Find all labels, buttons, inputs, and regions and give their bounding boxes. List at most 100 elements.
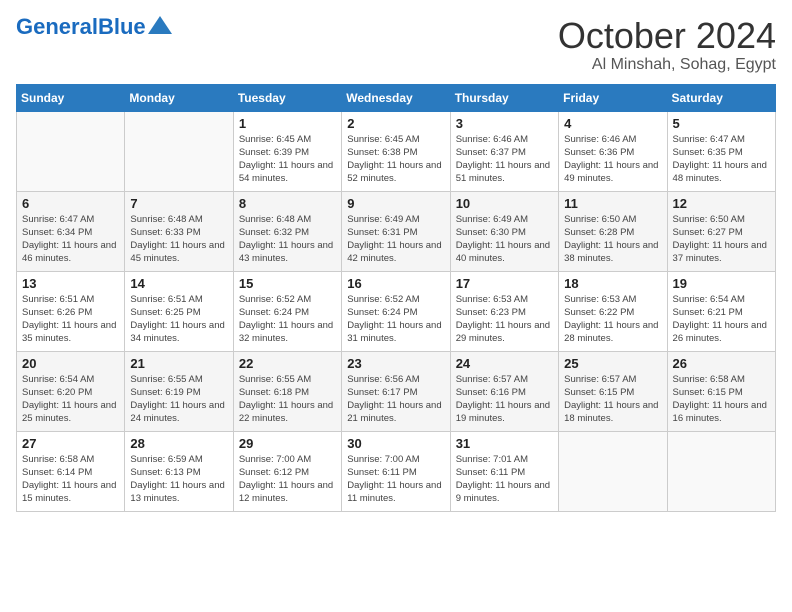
weekday-header: Thursday <box>450 84 558 111</box>
cell-info: Sunrise: 6:48 AMSunset: 6:33 PMDaylight:… <box>130 213 227 266</box>
calendar-cell: 25Sunrise: 6:57 AMSunset: 6:15 PMDayligh… <box>559 351 667 431</box>
day-number: 2 <box>347 116 444 131</box>
day-number: 24 <box>456 356 553 371</box>
calendar-cell: 10 Sunrise: 6:49 AMSunset: 6:30 PMDayligh… <box>450 191 558 271</box>
day-number: 31 <box>456 436 553 451</box>
day-number: 18 <box>564 276 661 291</box>
cell-info: Sunrise: 6:46 AMSunset: 6:37 PMDaylight:… <box>456 133 553 186</box>
calendar-cell: 4 Sunrise: 6:46 AMSunset: 6:36 PMDaylight… <box>559 111 667 191</box>
calendar-cell: 22 Sunrise: 6:55 AMSunset: 6:18 PMDayligh… <box>233 351 341 431</box>
cell-info: Sunrise: 6:45 AMSunset: 6:39 PMDaylight:… <box>239 133 336 186</box>
day-number: 12 <box>673 196 770 211</box>
weekday-header: Monday <box>125 84 233 111</box>
cell-info: Sunrise: 6:58 AMSunset: 6:15 PMDaylight:… <box>673 373 770 426</box>
cell-info: Sunrise: 6:51 AMSunset: 6:26 PMDaylight:… <box>22 293 119 346</box>
day-number: 4 <box>564 116 661 131</box>
calendar-week-row: 1 Sunrise: 6:45 AMSunset: 6:39 PMDaylight… <box>17 111 776 191</box>
day-number: 1 <box>239 116 336 131</box>
calendar-cell: 29 Sunrise: 7:00 AMSunset: 6:12 PMDayligh… <box>233 431 341 511</box>
calendar-cell: 17 Sunrise: 6:53 AMSunset: 6:23 PMDayligh… <box>450 271 558 351</box>
day-number: 11 <box>564 196 661 211</box>
day-number: 7 <box>130 196 227 211</box>
day-number: 28 <box>130 436 227 451</box>
day-number: 14 <box>130 276 227 291</box>
cell-info: Sunrise: 6:46 AMSunset: 6:36 PMDaylight:… <box>564 133 661 186</box>
day-number: 21 <box>130 356 227 371</box>
cell-info: Sunrise: 6:49 AMSunset: 6:30 PMDaylight:… <box>456 213 553 266</box>
weekday-header: Saturday <box>667 84 775 111</box>
calendar-cell: 19 Sunrise: 6:54 AMSunset: 6:21 PMDayligh… <box>667 271 775 351</box>
calendar-week-row: 27 Sunrise: 6:58 AMSunset: 6:14 PMDayligh… <box>17 431 776 511</box>
page-header: GeneralBlue October 2024 Al Minshah, Soh… <box>16 16 776 74</box>
day-number: 13 <box>22 276 119 291</box>
cell-info: Sunrise: 6:50 AMSunset: 6:27 PMDaylight:… <box>673 213 770 266</box>
calendar-cell: 26Sunrise: 6:58 AMSunset: 6:15 PMDayligh… <box>667 351 775 431</box>
calendar-cell: 12 Sunrise: 6:50 AMSunset: 6:27 PMDayligh… <box>667 191 775 271</box>
calendar-cell <box>559 431 667 511</box>
day-number: 6 <box>22 196 119 211</box>
logo: GeneralBlue <box>16 16 172 38</box>
calendar-cell: 18Sunrise: 6:53 AMSunset: 6:22 PMDayligh… <box>559 271 667 351</box>
day-number: 23 <box>347 356 444 371</box>
calendar-cell: 23 Sunrise: 6:56 AMSunset: 6:17 PMDayligh… <box>342 351 450 431</box>
cell-info: Sunrise: 6:48 AMSunset: 6:32 PMDaylight:… <box>239 213 336 266</box>
calendar-cell: 28Sunrise: 6:59 AMSunset: 6:13 PMDayligh… <box>125 431 233 511</box>
cell-info: Sunrise: 6:57 AMSunset: 6:16 PMDaylight:… <box>456 373 553 426</box>
calendar-week-row: 6 Sunrise: 6:47 AMSunset: 6:34 PMDaylight… <box>17 191 776 271</box>
day-number: 17 <box>456 276 553 291</box>
cell-info: Sunrise: 6:51 AMSunset: 6:25 PMDaylight:… <box>130 293 227 346</box>
calendar-week-row: 20Sunrise: 6:54 AMSunset: 6:20 PMDayligh… <box>17 351 776 431</box>
day-number: 8 <box>239 196 336 211</box>
calendar-cell: 15Sunrise: 6:52 AMSunset: 6:24 PMDayligh… <box>233 271 341 351</box>
cell-info: Sunrise: 6:49 AMSunset: 6:31 PMDaylight:… <box>347 213 444 266</box>
calendar-cell: 13 Sunrise: 6:51 AMSunset: 6:26 PMDayligh… <box>17 271 125 351</box>
day-number: 27 <box>22 436 119 451</box>
cell-info: Sunrise: 6:47 AMSunset: 6:35 PMDaylight:… <box>673 133 770 186</box>
calendar-cell: 5 Sunrise: 6:47 AMSunset: 6:35 PMDaylight… <box>667 111 775 191</box>
calendar-table: SundayMondayTuesdayWednesdayThursdayFrid… <box>16 84 776 512</box>
month-title: October 2024 <box>558 16 776 56</box>
day-number: 30 <box>347 436 444 451</box>
cell-info: Sunrise: 7:01 AMSunset: 6:11 PMDaylight:… <box>456 453 553 506</box>
calendar-cell: 30 Sunrise: 7:00 AMSunset: 6:11 PMDayligh… <box>342 431 450 511</box>
calendar-cell: 21 Sunrise: 6:55 AMSunset: 6:19 PMDayligh… <box>125 351 233 431</box>
day-number: 16 <box>347 276 444 291</box>
day-number: 22 <box>239 356 336 371</box>
weekday-header-row: SundayMondayTuesdayWednesdayThursdayFrid… <box>17 84 776 111</box>
cell-info: Sunrise: 6:58 AMSunset: 6:14 PMDaylight:… <box>22 453 119 506</box>
day-number: 19 <box>673 276 770 291</box>
weekday-header: Tuesday <box>233 84 341 111</box>
day-number: 29 <box>239 436 336 451</box>
day-number: 5 <box>673 116 770 131</box>
cell-info: Sunrise: 6:52 AMSunset: 6:24 PMDaylight:… <box>239 293 336 346</box>
day-number: 20 <box>22 356 119 371</box>
location: Al Minshah, Sohag, Egypt <box>558 56 776 74</box>
calendar-cell: 20Sunrise: 6:54 AMSunset: 6:20 PMDayligh… <box>17 351 125 431</box>
day-number: 10 <box>456 196 553 211</box>
day-number: 25 <box>564 356 661 371</box>
calendar-cell: 6 Sunrise: 6:47 AMSunset: 6:34 PMDaylight… <box>17 191 125 271</box>
cell-info: Sunrise: 7:00 AMSunset: 6:11 PMDaylight:… <box>347 453 444 506</box>
cell-info: Sunrise: 6:47 AMSunset: 6:34 PMDaylight:… <box>22 213 119 266</box>
cell-info: Sunrise: 6:56 AMSunset: 6:17 PMDaylight:… <box>347 373 444 426</box>
calendar-cell: 14 Sunrise: 6:51 AMSunset: 6:25 PMDayligh… <box>125 271 233 351</box>
cell-info: Sunrise: 6:53 AMSunset: 6:23 PMDaylight:… <box>456 293 553 346</box>
calendar-cell <box>667 431 775 511</box>
calendar-week-row: 13 Sunrise: 6:51 AMSunset: 6:26 PMDayligh… <box>17 271 776 351</box>
cell-info: Sunrise: 6:45 AMSunset: 6:38 PMDaylight:… <box>347 133 444 186</box>
cell-info: Sunrise: 6:54 AMSunset: 6:21 PMDaylight:… <box>673 293 770 346</box>
calendar-cell: 3Sunrise: 6:46 AMSunset: 6:37 PMDaylight… <box>450 111 558 191</box>
calendar-cell: 8 Sunrise: 6:48 AMSunset: 6:32 PMDaylight… <box>233 191 341 271</box>
weekday-header: Sunday <box>17 84 125 111</box>
calendar-cell: 9Sunrise: 6:49 AMSunset: 6:31 PMDaylight… <box>342 191 450 271</box>
weekday-header: Friday <box>559 84 667 111</box>
title-section: October 2024 Al Minshah, Sohag, Egypt <box>558 16 776 74</box>
cell-info: Sunrise: 6:55 AMSunset: 6:18 PMDaylight:… <box>239 373 336 426</box>
calendar-cell: 2 Sunrise: 6:45 AMSunset: 6:38 PMDaylight… <box>342 111 450 191</box>
cell-info: Sunrise: 6:55 AMSunset: 6:19 PMDaylight:… <box>130 373 227 426</box>
logo-text: GeneralBlue <box>16 16 146 38</box>
calendar-cell: 1 Sunrise: 6:45 AMSunset: 6:39 PMDaylight… <box>233 111 341 191</box>
calendar-cell: 31 Sunrise: 7:01 AMSunset: 6:11 PMDayligh… <box>450 431 558 511</box>
cell-info: Sunrise: 7:00 AMSunset: 6:12 PMDaylight:… <box>239 453 336 506</box>
cell-info: Sunrise: 6:52 AMSunset: 6:24 PMDaylight:… <box>347 293 444 346</box>
